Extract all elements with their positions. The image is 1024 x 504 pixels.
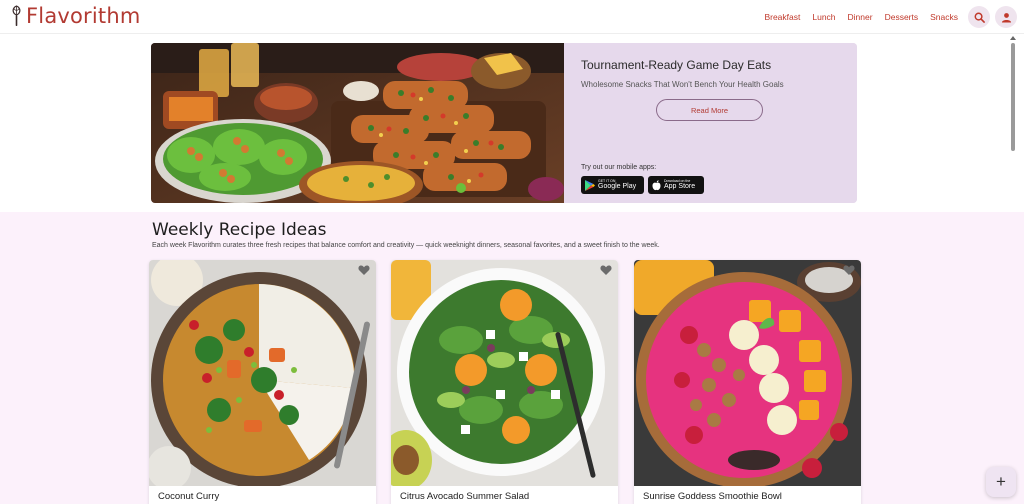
weekly-section-description: Each week Flavorithm curates three fresh… <box>152 242 660 249</box>
hero-title: Tournament-Ready Game Day Eats <box>581 58 772 72</box>
top-navbar: Flavorithm Breakfast Lunch Dinner Desser… <box>0 0 1024 34</box>
scrollbar-thumb[interactable] <box>1011 43 1015 151</box>
recipe-card[interactable]: Coconut Curry <box>149 260 376 504</box>
google-play-badge[interactable]: GET IT ON Google Play <box>581 176 644 194</box>
app-store-big-text: App Store <box>664 183 696 190</box>
hero-text-panel: Tournament-Ready Game Day Eats Wholesome… <box>564 43 857 203</box>
app-store-badge[interactable]: Download on the App Store <box>648 176 704 194</box>
citrus-avocado-salad-image <box>391 260 618 486</box>
brand-logo[interactable]: Flavorithm <box>11 4 141 28</box>
nav-breakfast[interactable]: Breakfast <box>764 12 800 22</box>
recipe-card[interactable]: Citrus Avocado Summer Salad <box>391 260 618 504</box>
favorite-heart-icon[interactable] <box>600 264 612 276</box>
recipe-card-title: Sunrise Goddess Smoothie Bowl <box>643 491 782 502</box>
search-icon <box>974 12 985 23</box>
coconut-curry-image <box>149 260 376 486</box>
apple-icon <box>652 179 661 190</box>
user-icon <box>1001 12 1011 23</box>
whisk-logo-icon <box>12 5 21 26</box>
hero-image <box>151 43 564 203</box>
google-play-icon <box>585 179 595 191</box>
search-button[interactable] <box>968 6 990 28</box>
nav-lunch[interactable]: Lunch <box>812 12 835 22</box>
recipe-card-title: Citrus Avocado Summer Salad <box>400 491 530 502</box>
main-nav: Breakfast Lunch Dinner Desserts Snacks <box>764 12 958 22</box>
hero-banner: Tournament-Ready Game Day Eats Wholesome… <box>151 43 857 203</box>
nav-snacks[interactable]: Snacks <box>930 12 958 22</box>
recipe-card[interactable]: Sunrise Goddess Smoothie Bowl <box>634 260 861 504</box>
mobile-apps-label: Try out our mobile apps: <box>581 164 657 171</box>
favorite-heart-icon[interactable] <box>358 264 370 276</box>
hero-subtitle: Wholesome Snacks That Won't Bench Your H… <box>581 80 784 89</box>
add-fab-button[interactable]: + <box>986 467 1016 497</box>
favorite-heart-icon[interactable] <box>843 264 855 276</box>
account-button[interactable] <box>995 6 1017 28</box>
recipe-card-title: Coconut Curry <box>158 491 220 502</box>
nav-dinner[interactable]: Dinner <box>848 12 873 22</box>
read-more-button[interactable]: Read More <box>656 99 763 121</box>
scroll-up-arrow-icon[interactable] <box>1010 36 1016 40</box>
weekly-section-title: Weekly Recipe Ideas <box>152 220 327 240</box>
nav-desserts[interactable]: Desserts <box>885 12 919 22</box>
google-play-big-text: Google Play <box>598 183 637 190</box>
brand-name: Flavorithm <box>26 4 141 28</box>
smoothie-bowl-image <box>634 260 861 486</box>
vertical-scrollbar[interactable] <box>1008 34 1018 504</box>
